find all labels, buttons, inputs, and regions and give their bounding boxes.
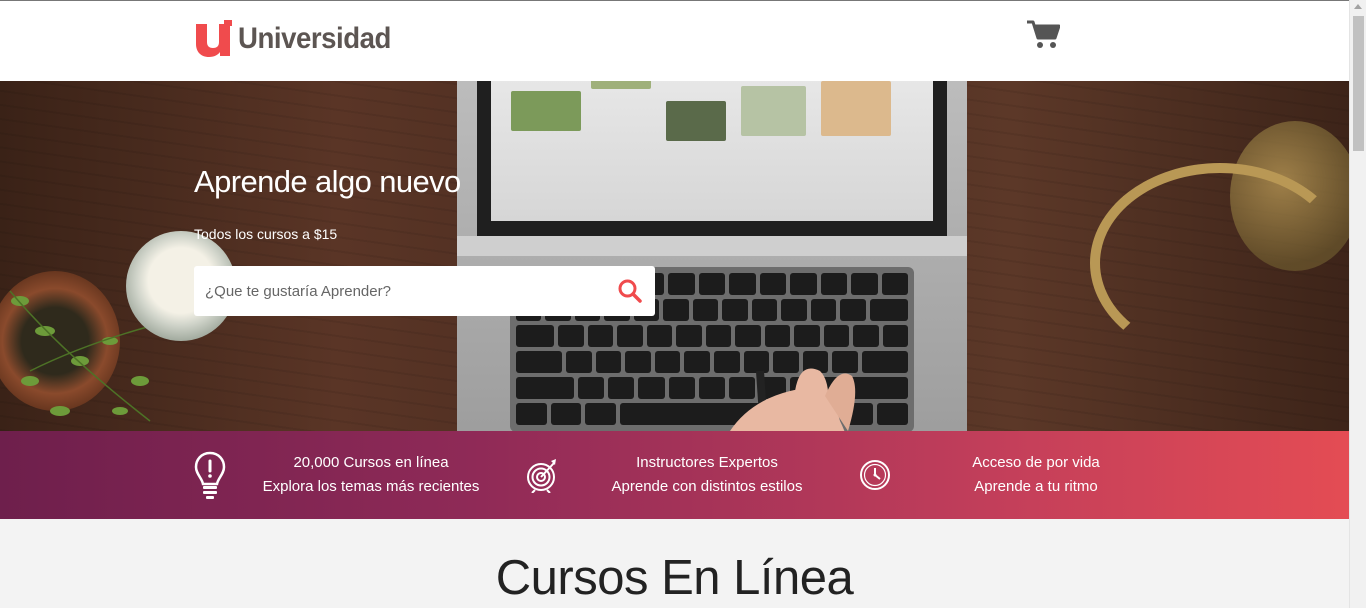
page: Universidad Aprende algo nuevo Todos los… [0,0,1349,608]
feature-instructors-desc: Aprende con distintos estilos [611,478,803,495]
features-bar: 20,000 Cursos en línea Explora los temas… [0,431,1349,519]
feature-courses: 20,000 Cursos en línea Explora los temas… [192,431,480,519]
clock-icon [860,460,890,490]
hero-content: Aprende algo nuevo Todos los cursos a $1… [194,164,655,316]
scrollbar-thumb[interactable] [1353,16,1364,151]
hero-title: Aprende algo nuevo [194,164,461,199]
search-input[interactable] [194,266,594,316]
hero-subtitle: Todos los cursos a $15 [194,226,338,242]
search-icon[interactable] [617,278,643,304]
feature-access-text: Acceso de por vida Aprende a tu ritmo [941,451,1131,499]
feature-courses-desc: Explora los temas más recientes [262,478,480,495]
feature-access: Acceso de por vida Aprende a tu ritmo [857,431,1131,519]
feature-instructors-title: Instructores Expertos [636,454,778,471]
logo-text: Universidad [238,22,391,55]
feature-access-title: Acceso de por vida [972,454,1100,471]
page-scrollbar[interactable] [1349,0,1366,608]
logo-link[interactable]: Universidad [194,20,404,58]
feature-instructors-text: Instructores Expertos Aprende con distin… [607,451,807,499]
scroll-up-arrow-icon[interactable] [1354,4,1362,9]
target-icon [527,459,556,493]
u-logo-icon [196,20,232,57]
lightbulb-icon [194,451,226,499]
site-header: Universidad [0,0,1349,81]
search-box [194,266,655,316]
hero-banner: Aprende algo nuevo Todos los cursos a $1… [0,81,1349,431]
feature-instructors: Instructores Expertos Aprende con distin… [524,431,807,519]
feature-courses-title: 20,000 Cursos en línea [293,454,449,471]
feature-courses-text: 20,000 Cursos en línea Explora los temas… [262,451,480,499]
hand-with-pen-image [730,368,856,431]
cart-icon[interactable] [1026,19,1060,49]
brass-ring-image [1090,163,1349,363]
feature-access-desc: Aprende a tu ritmo [974,478,1098,495]
section-title-courses: Cursos En Línea [495,551,854,605]
